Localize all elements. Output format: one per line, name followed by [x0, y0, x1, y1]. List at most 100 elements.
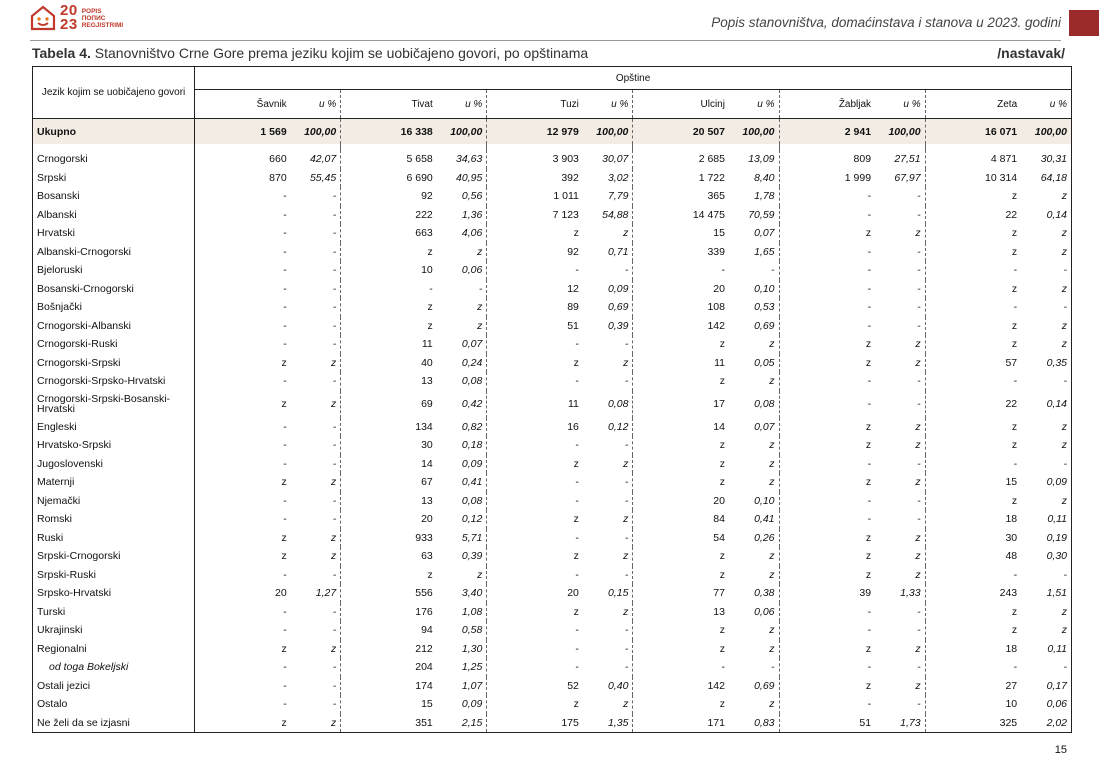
percent-cell: z — [582, 454, 634, 473]
value-cell: - — [429, 282, 433, 295]
value-cell: 204 — [415, 661, 433, 674]
percent-cell: 0,07 — [728, 417, 780, 436]
percent-cell: 0,69 — [728, 676, 780, 695]
percent-cell: z — [436, 298, 488, 317]
percent-cell: - — [290, 658, 342, 677]
municipality-header: Ulcinj — [632, 89, 729, 119]
percent-cell: - — [582, 436, 634, 455]
value-cell: z — [1011, 227, 1018, 240]
percent-cell: 1,27 — [290, 584, 342, 603]
value-cell: - — [867, 605, 872, 618]
percent-cell: - — [290, 372, 342, 391]
value-cell: 77 — [713, 587, 725, 600]
value-cell: - — [575, 642, 579, 655]
table-row: Hrvatski - -663 4,06 z z 15 0,07 z z z z — [31, 224, 1073, 243]
percent-cell: 0,58 — [436, 621, 488, 640]
value-cell: - — [1013, 375, 1018, 388]
value-cell: 174 — [415, 679, 433, 692]
value-cell: z — [427, 568, 433, 581]
value-cell: 57 — [1005, 356, 1018, 369]
value-cell: z — [573, 356, 579, 369]
percent-header: u % — [1021, 89, 1073, 119]
percent-cell: - — [1021, 372, 1073, 391]
municipality-header: Šavnik — [194, 89, 291, 119]
percent-cell: 0,18 — [436, 436, 488, 455]
value-cell: - — [721, 264, 725, 277]
percent-cell: 54,88 — [582, 205, 634, 224]
value-cell: - — [867, 190, 872, 203]
table-row: Regionalni z z 212 1,30- - z z z z 18 0,11 — [31, 639, 1073, 658]
percent-cell: - — [582, 335, 634, 354]
municipality-header: Žabljak — [779, 89, 876, 119]
value-cell: z — [1011, 420, 1018, 433]
value-cell: 20 — [713, 282, 725, 295]
table-row: Ostali jezici - - 174 1,07 52 0,40 142 0,69 z z 27 0… — [31, 676, 1073, 695]
percent-cell: - — [582, 621, 634, 640]
percent-cell: 1,35 — [582, 713, 634, 733]
percent-cell: 1,33 — [875, 584, 926, 603]
value-cell: 176 — [415, 605, 433, 618]
value-cell: - — [575, 476, 579, 489]
value-cell: 51 — [779, 713, 876, 733]
percent-cell: - — [875, 695, 926, 714]
table-row: Albanski - -222 1,36 7 123 54,88 14 475 70,59- -… — [31, 205, 1073, 224]
percent-cell: 42,07 — [290, 150, 342, 169]
value-cell: z — [719, 338, 725, 351]
value-cell: z — [1011, 319, 1018, 332]
publication-title: Popis stanovništva, domaćinstava i stano… — [711, 15, 1061, 30]
percent-cell: 30,31 — [1021, 150, 1073, 169]
percent-cell: - — [728, 261, 780, 280]
percent-cell: 0,06 — [1021, 695, 1073, 714]
percent-cell: 34,63 — [436, 150, 488, 169]
municipality-header: Zeta — [925, 89, 1022, 119]
percent-cell: z — [290, 390, 342, 418]
value-cell: 92 — [421, 190, 433, 203]
table-title: Tabela 4. Stanovništvo Crne Gore prema j… — [32, 45, 588, 61]
value-cell: - — [867, 264, 872, 277]
percent-cell: 0,06 — [436, 261, 488, 280]
percent-cell: z — [1021, 242, 1073, 261]
value-cell: 16 338 — [340, 118, 437, 144]
table-row: Bosanski - -92 0,56 1 011 7,79 365 1,78- - z z — [31, 187, 1073, 206]
percent-cell: z — [1021, 279, 1073, 298]
value-cell: - — [867, 282, 872, 295]
value-cell: 339 — [707, 245, 725, 258]
percent-cell: 1,78 — [728, 187, 780, 206]
percent-cell: - — [1021, 658, 1073, 677]
percent-cell: 0,71 — [582, 242, 634, 261]
value-cell: 212 — [415, 642, 433, 655]
value-cell: 3 903 — [552, 153, 579, 166]
value-cell: - — [867, 375, 872, 388]
percent-cell: 100,00 — [582, 118, 634, 144]
percent-cell: 1,51 — [1021, 584, 1073, 603]
percent-cell: 0,09 — [436, 695, 488, 714]
row-label: Regionalni — [31, 639, 196, 658]
row-label: Crnogorski-Albanski — [31, 316, 196, 335]
value-cell: z — [427, 319, 433, 332]
percent-cell: - — [290, 417, 342, 436]
value-cell: 15 — [1005, 476, 1018, 489]
row-label: Srpski-Ruski — [31, 565, 196, 584]
percent-cell: 0,15 — [582, 584, 634, 603]
value-cell: z — [1011, 338, 1018, 351]
value-cell: - — [575, 338, 579, 351]
value-cell: 30 — [1005, 531, 1018, 544]
percent-cell: z — [728, 436, 780, 455]
percent-cell: 1,08 — [436, 602, 488, 621]
table-caption: Stanovništvo Crne Gore prema jeziku koji… — [90, 45, 589, 61]
percent-cell: 100,00 — [875, 118, 926, 144]
municipalities-group-header: Opštine — [194, 66, 1072, 90]
value-cell: - — [283, 227, 287, 240]
value-cell: z — [719, 476, 725, 489]
value-cell: 325 — [925, 713, 1022, 733]
value-cell: 11 — [714, 356, 725, 369]
value-cell: - — [575, 661, 579, 674]
percent-cell: - — [875, 372, 926, 391]
row-label: Albanski-Crnogorski — [31, 242, 196, 261]
row-label: Romski — [31, 510, 196, 529]
table-row: Albanski-Crnogorski - - z z 92 0,71 339 1,65- - z z — [31, 242, 1073, 261]
value-cell: - — [867, 301, 872, 314]
percent-cell: z — [582, 602, 634, 621]
percent-cell: - — [875, 510, 926, 529]
value-cell: z — [865, 679, 872, 692]
